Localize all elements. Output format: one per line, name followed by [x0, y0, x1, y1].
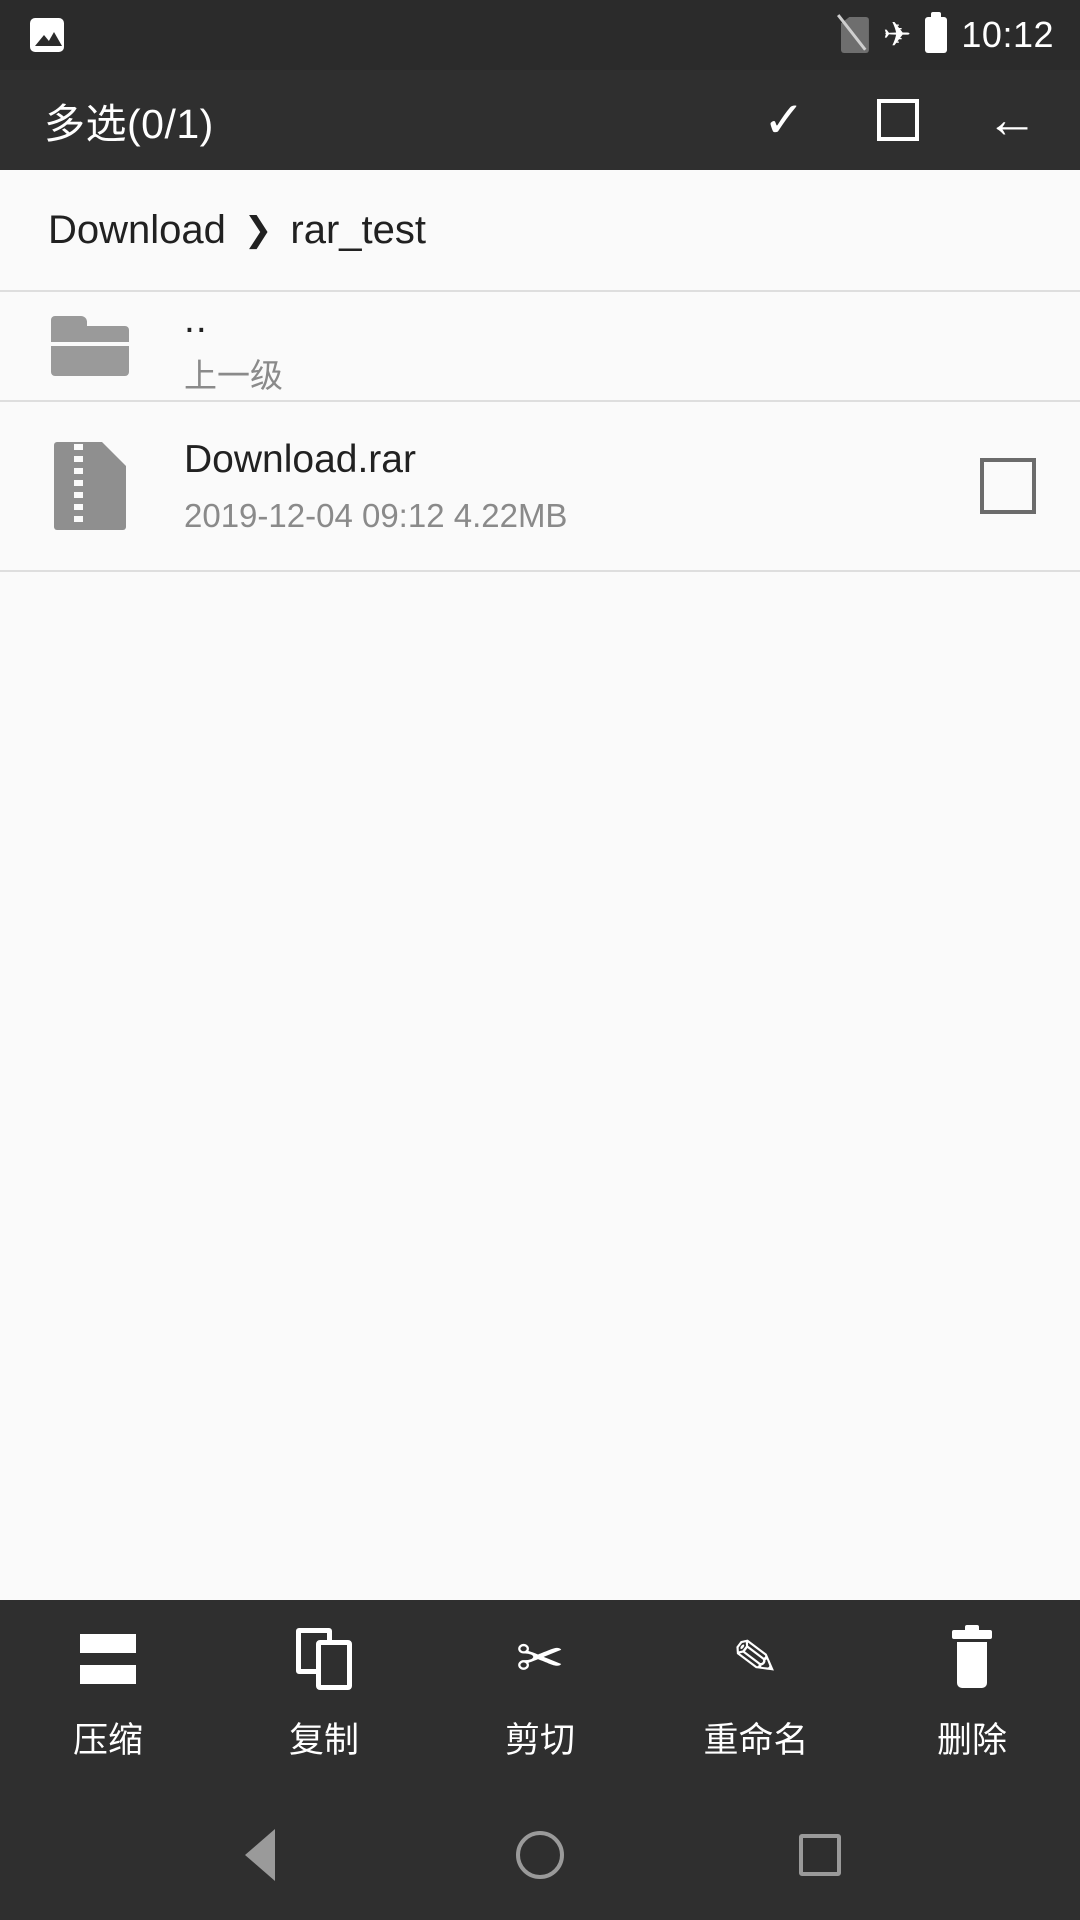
folder-icon [44, 316, 136, 376]
list-item-parent-directory[interactable]: .. 上一级 [0, 292, 1080, 402]
cut-button[interactable]: ✂ 剪切 [432, 1628, 648, 1763]
file-select-checkbox[interactable] [980, 458, 1036, 514]
rename-button[interactable]: ✎ 重命名 [648, 1626, 864, 1763]
select-all-button[interactable] [870, 92, 926, 148]
copy-icon [296, 1627, 352, 1690]
delete-label: 删除 [936, 1720, 1007, 1760]
list-item-text: Download.rar 2019-12-04 09:12 4.22MB [136, 437, 980, 535]
scissors-icon: ✂ [516, 1628, 565, 1690]
chevron-right-icon: ❯ [243, 211, 273, 249]
nav-recents-button[interactable] [775, 1810, 865, 1900]
archive-rar-icon [44, 442, 136, 530]
image-notification-icon [30, 18, 64, 52]
compress-icon [80, 1628, 136, 1690]
battery-full-icon [925, 12, 948, 53]
status-bar-system: ✈ 10:12 [836, 12, 1054, 56]
list-item-title: Download.rar [184, 437, 416, 481]
page-title: 多选(0/1) [44, 101, 214, 147]
bottom-action-bar: 压缩 复制 ✂ 剪切 ✎ 重命名 删除 [0, 1600, 1080, 1790]
app-bar: 多选(0/1) ✓ ← [0, 70, 1080, 170]
status-bar-clock: 10:12 [961, 14, 1054, 55]
airplane-mode-icon: ✈ [882, 16, 912, 54]
nav-back-icon [245, 1829, 275, 1881]
copy-label: 复制 [288, 1720, 359, 1760]
status-bar-notifications [30, 18, 64, 52]
pencil-glyph: ✎ [729, 1625, 783, 1692]
app-bar-actions: ✓ ← [756, 92, 1040, 148]
rename-label: 重命名 [703, 1720, 809, 1760]
nav-home-button[interactable] [495, 1810, 585, 1900]
android-nav-bar [0, 1790, 1080, 1920]
trash-icon [950, 1624, 994, 1690]
list-item-text: .. 上一级 [136, 297, 1036, 395]
confirm-selection-button[interactable]: ✓ [756, 92, 812, 148]
compress-button[interactable]: 压缩 [0, 1628, 216, 1763]
file-manager-screen: ✈ 10:12 多选(0/1) ✓ ← Download ❯ rar_test [0, 0, 1080, 1920]
list-item-subtitle: 2019-12-04 09:12 4.22MB [184, 496, 568, 534]
breadcrumb-item-download[interactable]: Download [48, 208, 226, 253]
breadcrumb-item-rar-test[interactable]: rar_test [290, 208, 426, 253]
list-item-file[interactable]: Download.rar 2019-12-04 09:12 4.22MB [0, 402, 1080, 572]
delete-button[interactable]: 删除 [864, 1624, 1080, 1763]
square-icon [877, 99, 919, 141]
list-item-title: .. [184, 297, 208, 341]
back-button[interactable]: ← [984, 92, 1040, 148]
nav-home-icon [516, 1831, 564, 1879]
scissors-glyph: ✂ [515, 1625, 565, 1691]
pencil-icon: ✎ [729, 1626, 782, 1692]
breadcrumb: Download ❯ rar_test [0, 170, 1080, 292]
file-list: .. 上一级 Download.rar 2019-12-04 09:12 4.2… [0, 292, 1080, 1600]
check-icon: ✓ [763, 92, 805, 148]
no-sim-icon [836, 14, 869, 53]
list-item-subtitle: 上一级 [184, 356, 283, 394]
nav-back-button[interactable] [215, 1810, 305, 1900]
status-bar: ✈ 10:12 [0, 0, 1080, 70]
compress-label: 压缩 [72, 1720, 143, 1760]
copy-button[interactable]: 复制 [216, 1627, 432, 1763]
arrow-left-icon: ← [986, 91, 1038, 149]
nav-recents-icon [799, 1834, 841, 1876]
cut-label: 剪切 [504, 1720, 575, 1760]
